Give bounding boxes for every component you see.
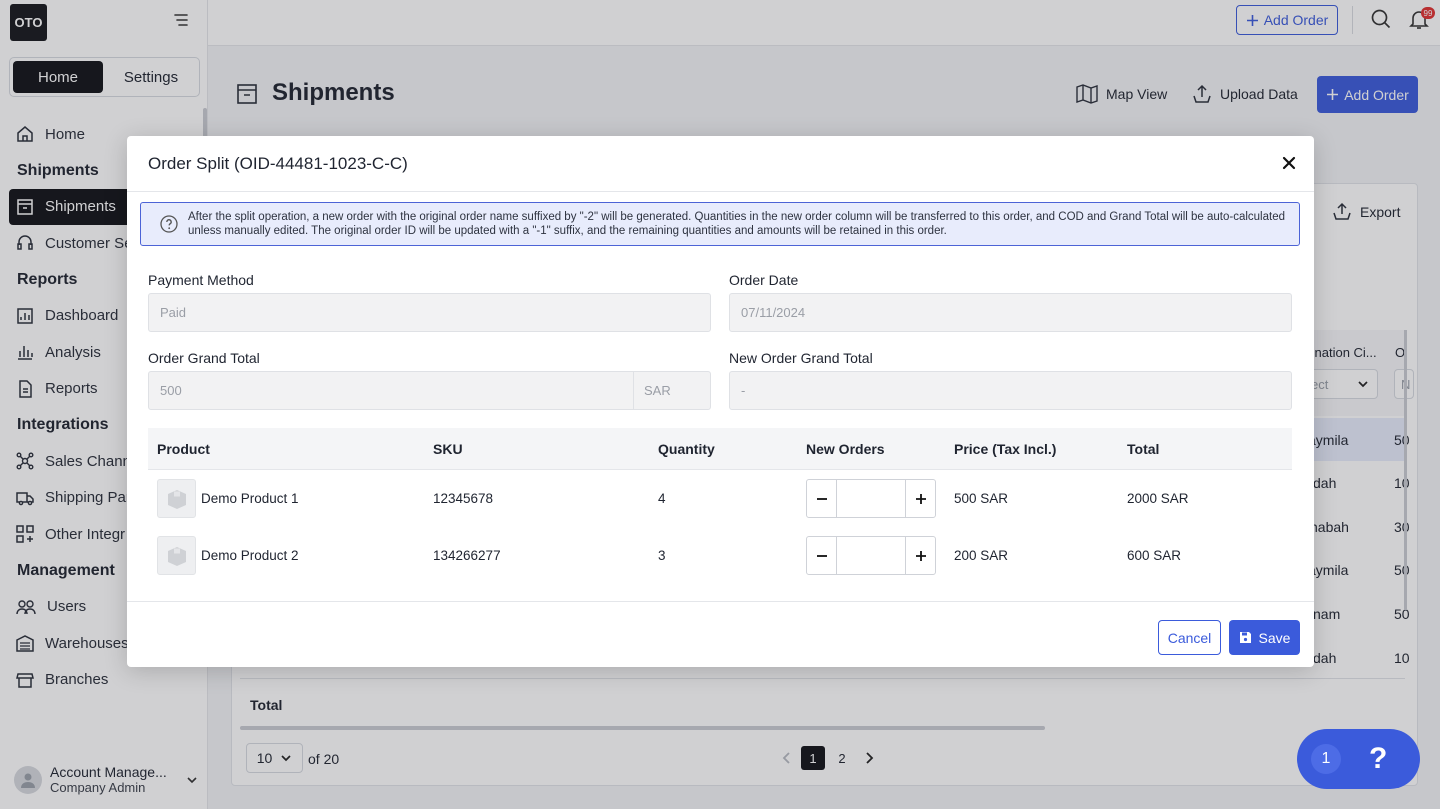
column-header-new-orders: New Orders <box>806 441 885 457</box>
help-button[interactable]: 1 ? <box>1297 729 1420 789</box>
increment-button[interactable] <box>906 480 935 517</box>
info-text: After the split operation, a new order w… <box>188 211 1285 237</box>
table-header: Product SKU Quantity New Orders Price (T… <box>148 428 1292 470</box>
new-order-grand-total-value: - <box>741 383 746 398</box>
table-row: Demo Product 1 12345678 4 500 SAR 2000 S… <box>148 470 1292 527</box>
floppy-disk-icon <box>1239 632 1251 643</box>
product-name: Demo Product 1 <box>201 491 299 506</box>
product-quantity: 4 <box>658 491 666 506</box>
product-name: Demo Product 2 <box>201 548 299 563</box>
product-sku: 134266277 <box>433 548 501 563</box>
payment-method-field[interactable]: Paid <box>148 293 711 332</box>
column-header-product: Product <box>157 441 210 457</box>
minus-icon <box>816 554 827 557</box>
order-date-label: Order Date <box>729 272 799 288</box>
order-split-modal: Order Split (OID-44481-1023-C-C) After t… <box>127 136 1314 667</box>
product-total: 600 SAR <box>1127 548 1182 563</box>
decrement-button[interactable] <box>807 480 836 517</box>
box-icon <box>167 489 186 509</box>
save-button[interactable]: Save <box>1229 620 1300 655</box>
product-sku: 12345678 <box>433 491 494 506</box>
product-total: 2000 SAR <box>1127 491 1189 506</box>
product-price: 500 SAR <box>954 491 1009 506</box>
help-circle-icon <box>160 215 178 233</box>
products-table: Product SKU Quantity New Orders Price (T… <box>148 428 1292 584</box>
order-grand-total-value: 500 <box>160 383 182 398</box>
help-question-icon: ? <box>1369 742 1388 775</box>
product-thumbnail <box>157 479 196 518</box>
cancel-button[interactable]: Cancel <box>1158 620 1221 655</box>
order-grand-total-field[interactable]: 500 SAR <box>148 371 711 410</box>
table-row: Demo Product 2 134266277 3 200 SAR 600 S… <box>148 527 1292 584</box>
product-quantity: 3 <box>658 548 666 563</box>
order-date-field[interactable]: 07/11/2024 <box>729 293 1292 332</box>
product-thumbnail <box>157 536 196 575</box>
new-orders-stepper <box>806 536 936 575</box>
product-price: 200 SAR <box>954 548 1009 563</box>
column-header-price: Price (Tax Incl.) <box>954 441 1057 457</box>
close-icon[interactable] <box>1279 153 1299 173</box>
column-header-total: Total <box>1127 441 1160 457</box>
decrement-button[interactable] <box>807 537 836 574</box>
modal-header: Order Split (OID-44481-1023-C-C) <box>127 136 1314 192</box>
increment-button[interactable] <box>906 537 935 574</box>
modal-title: Order Split (OID-44481-1023-C-C) <box>148 154 408 173</box>
new-order-grand-total-field[interactable]: - <box>729 371 1292 410</box>
save-label: Save <box>1258 629 1291 646</box>
modal-footer: Cancel Save <box>127 601 1314 667</box>
currency-suffix: SAR <box>633 372 711 409</box>
plus-icon <box>915 493 926 504</box>
new-order-grand-total-label: New Order Grand Total <box>729 350 873 366</box>
help-badge: 1 <box>1311 744 1341 774</box>
info-banner: After the split operation, a new order w… <box>140 202 1300 246</box>
minus-icon <box>816 497 827 500</box>
new-orders-stepper <box>806 479 936 518</box>
order-grand-total-label: Order Grand Total <box>148 350 260 366</box>
payment-method-label: Payment Method <box>148 272 254 288</box>
payment-method-value: Paid <box>160 305 187 320</box>
plus-icon <box>915 550 926 561</box>
new-orders-input[interactable] <box>836 537 906 574</box>
order-date-value: 07/11/2024 <box>741 305 806 320</box>
column-header-quantity: Quantity <box>658 441 715 457</box>
box-icon <box>167 546 186 566</box>
new-orders-input[interactable] <box>836 480 906 517</box>
column-header-sku: SKU <box>433 441 463 457</box>
